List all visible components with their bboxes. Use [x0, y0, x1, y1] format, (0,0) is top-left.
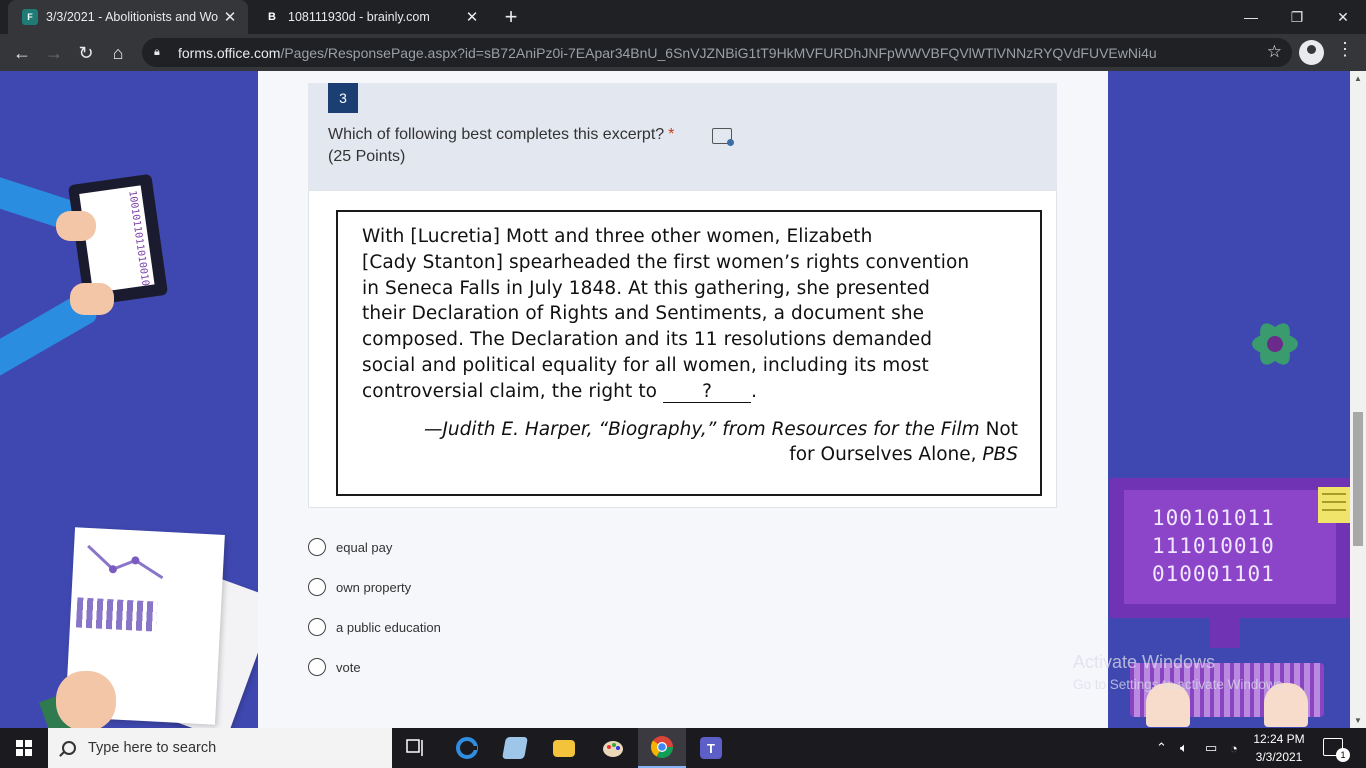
- question-number: 3: [328, 83, 358, 113]
- tab-brainly[interactable]: B 108111930d - brainly.com ✕: [250, 0, 490, 34]
- option-label: a public education: [336, 619, 441, 635]
- url-text: forms.office.com/Pages/ResponsePage.aspx…: [178, 44, 1157, 61]
- browser-toolbar: ← → ↻ ⌂ 🔒︎ forms.office.com/Pages/Respon…: [0, 34, 1366, 71]
- task-view-icon: [406, 739, 423, 756]
- question-title: Which of following best completes this e…: [328, 126, 675, 143]
- answer-options: equal pay own property a public educatio…: [308, 527, 441, 687]
- profile-avatar[interactable]: [1299, 40, 1324, 65]
- taskbar-paint[interactable]: [589, 728, 637, 768]
- edge-icon: [456, 737, 478, 759]
- address-bar[interactable]: 🔒︎ forms.office.com/Pages/ResponsePage.a…: [142, 38, 1292, 67]
- radio-button[interactable]: [308, 578, 326, 596]
- close-icon[interactable]: ✕: [460, 8, 484, 26]
- radio-button[interactable]: [308, 658, 326, 676]
- option-vote[interactable]: vote: [308, 647, 441, 687]
- battery-icon[interactable]: ▭: [1205, 728, 1217, 768]
- monitor-binary-text: 100101011 111010010 010001101: [1124, 490, 1336, 604]
- tab-title: 3/3/2021 - Abolitionists and Wor: [46, 10, 218, 24]
- new-tab-button[interactable]: +: [498, 4, 524, 30]
- question-header: 3 Which of following best completes this…: [308, 83, 1057, 190]
- immersive-reader-icon[interactable]: [712, 128, 734, 146]
- monitor-illustration: 100101011 111010010 010001101: [1110, 478, 1350, 618]
- excerpt-blank: ?: [663, 381, 752, 403]
- task-view-button[interactable]: [392, 728, 440, 768]
- scrollbar-thumb[interactable]: [1353, 412, 1363, 546]
- back-button[interactable]: ←: [8, 39, 36, 67]
- radio-button[interactable]: [308, 538, 326, 556]
- show-hidden-icons-button[interactable]: ⌃: [1156, 728, 1167, 768]
- sticky-note-illustration: [1318, 487, 1350, 523]
- search-icon: [62, 741, 76, 755]
- bookmark-star-icon[interactable]: ☆: [1267, 42, 1282, 62]
- form-card: 3 Which of following best completes this…: [258, 71, 1108, 728]
- option-public-education[interactable]: a public education: [308, 607, 441, 647]
- restore-button[interactable]: ❐: [1274, 0, 1320, 34]
- browser-titlebar: F 3/3/2021 - Abolitionists and Wor ✕ B 1…: [0, 0, 1366, 34]
- bar-chart-illustration: [75, 597, 158, 632]
- windows-taskbar: Type here to search T ⌃ 🔈︎ ▭ ◔ 12:24 PM …: [0, 728, 1366, 768]
- taskbar-search[interactable]: Type here to search: [48, 728, 392, 768]
- taskbar-teams[interactable]: T: [687, 728, 735, 768]
- reload-button[interactable]: ↻: [72, 39, 100, 67]
- activate-windows-watermark: Activate Windows Go to Settings to activ…: [1073, 652, 1287, 692]
- search-placeholder: Type here to search: [88, 740, 217, 756]
- menu-icon[interactable]: ⋮: [1336, 39, 1354, 60]
- option-label: vote: [336, 659, 361, 675]
- page-background: 1001011011010010 100101011 111010010 010…: [0, 71, 1350, 728]
- monitor-stand-illustration: [1210, 618, 1240, 648]
- close-icon[interactable]: ✕: [218, 8, 242, 26]
- lock-icon[interactable]: 🔒︎: [154, 46, 166, 59]
- teams-icon: T: [700, 737, 722, 759]
- tab-forms[interactable]: F 3/3/2021 - Abolitionists and Wor ✕: [8, 0, 248, 34]
- volume-icon[interactable]: 🔈︎: [1180, 728, 1188, 768]
- folder-icon: [553, 739, 575, 757]
- minimize-button[interactable]: —: [1228, 0, 1274, 34]
- hand-illustration: [56, 211, 96, 241]
- home-button[interactable]: ⌂: [104, 39, 132, 67]
- option-label: own property: [336, 579, 412, 595]
- wifi-icon[interactable]: ◔: [1230, 728, 1238, 768]
- start-button[interactable]: [0, 728, 48, 768]
- taskbar-clock[interactable]: 12:24 PM 3/3/2021: [1248, 730, 1310, 766]
- line-chart-illustration: [87, 544, 164, 580]
- question-image: With [Lucretia] Mott and three other wom…: [308, 190, 1057, 508]
- forward-button[interactable]: →: [40, 39, 68, 67]
- radio-button[interactable]: [308, 618, 326, 636]
- windows-logo-icon: [16, 740, 32, 756]
- hand-illustration: [56, 671, 116, 728]
- paint-palette-icon: [603, 741, 623, 757]
- tab-title: 108111930d - brainly.com: [288, 10, 430, 24]
- option-own-property[interactable]: own property: [308, 567, 441, 607]
- excerpt-box: With [Lucretia] Mott and three other wom…: [336, 210, 1042, 496]
- notification-badge: 1: [1336, 748, 1350, 762]
- question-points: (25 Points): [328, 148, 406, 165]
- taskbar-chrome[interactable]: [638, 728, 686, 768]
- taskbar-edge[interactable]: [443, 728, 491, 768]
- flower-illustration: [1240, 309, 1310, 379]
- option-label: equal pay: [336, 539, 393, 555]
- forms-icon: F: [22, 9, 38, 25]
- scroll-up-arrow-icon[interactable]: ▲: [1354, 74, 1362, 83]
- chrome-icon: [650, 736, 673, 758]
- page-scrollbar[interactable]: ▲ ▼: [1350, 71, 1366, 728]
- excerpt-citation: —Judith E. Harper, “Biography,” from Res…: [423, 418, 1018, 466]
- taskbar-app[interactable]: [491, 728, 539, 768]
- hand-illustration: [70, 283, 114, 315]
- option-equal-pay[interactable]: equal pay: [308, 527, 441, 567]
- tablet-binary-text: 1001011011010010: [79, 185, 155, 293]
- app-icon: [502, 737, 528, 759]
- required-marker: *: [668, 126, 675, 143]
- taskbar-file-explorer[interactable]: [540, 728, 588, 768]
- brainly-icon: B: [268, 11, 276, 23]
- excerpt-text: With [Lucretia] Mott and three other wom…: [362, 226, 970, 403]
- close-window-button[interactable]: ✕: [1320, 0, 1366, 34]
- scroll-down-arrow-icon[interactable]: ▼: [1354, 716, 1362, 725]
